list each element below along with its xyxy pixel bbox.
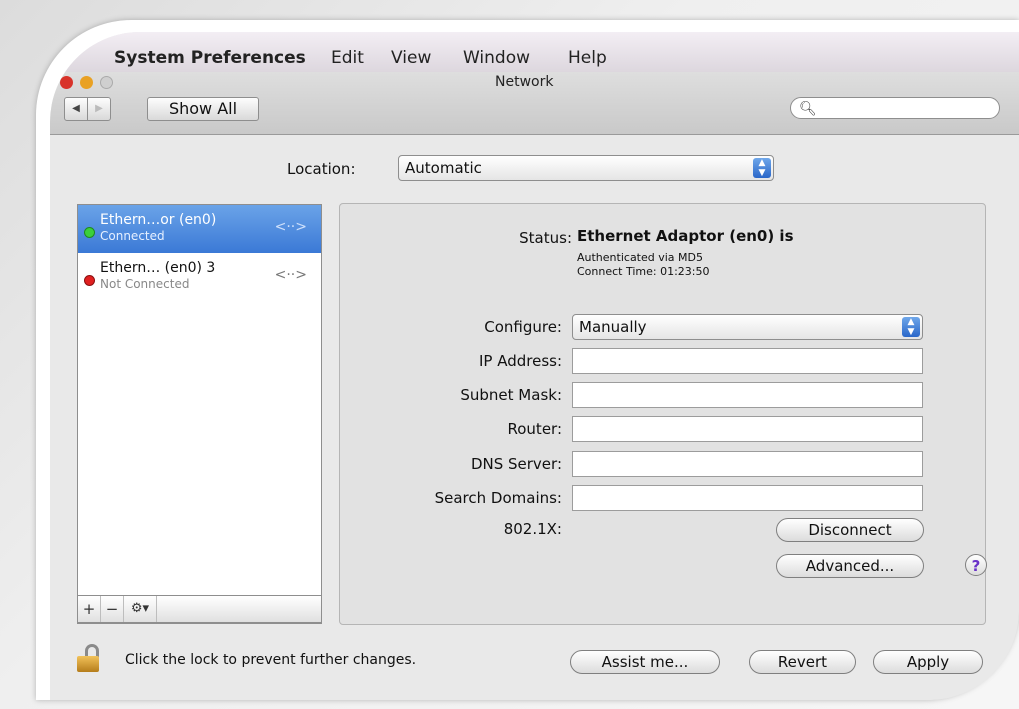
minimize-window-button[interactable] [80, 76, 93, 89]
location-value: Automatic [405, 159, 482, 177]
apply-button[interactable]: Apply [873, 650, 983, 674]
dns-server-field[interactable] [572, 451, 923, 477]
menu-bar: System Preferences Edit View Window Help [50, 32, 1019, 72]
window-title: Network [495, 74, 554, 90]
add-service-button[interactable]: + [78, 596, 101, 622]
select-arrows-icon: ▲ ▼ [753, 158, 771, 178]
menu-view[interactable]: View [391, 48, 431, 68]
back-button[interactable]: ◀ [64, 97, 88, 121]
lock-icon[interactable] [75, 644, 101, 674]
revert-button[interactable]: Revert [749, 650, 856, 674]
service-item-ethernet-en0-3[interactable]: Ethern… (en0) 3 Not Connected <··> [78, 253, 321, 301]
service-list: Ethern…or (en0) Connected <··> Ethern… (… [77, 204, 322, 624]
search-icon: 🔍︎ [799, 101, 817, 117]
subnet-mask-field[interactable] [572, 382, 923, 408]
configure-value: Manually [579, 318, 647, 336]
not-connected-status-icon [84, 275, 95, 286]
configure-select[interactable]: Manually ▲ ▼ [572, 314, 923, 340]
service-detail-panel: Status: Ethernet Adaptor (en0) is Authen… [339, 203, 987, 625]
ethernet-arrows-icon: <··> [274, 219, 307, 235]
status-details: Authenticated via MD5 Connect Time: 01:2… [577, 251, 710, 279]
network-preferences-window: System Preferences Edit View Window Help… [50, 32, 1019, 700]
status-label: Status: [519, 229, 572, 247]
menu-edit[interactable]: Edit [331, 48, 364, 68]
router-field[interactable] [572, 416, 923, 442]
menu-system-preferences[interactable]: System Preferences [114, 48, 306, 68]
title-bar: Network ◀ ▶ Show All 🔍︎ [50, 72, 1019, 135]
location-select[interactable]: Automatic ▲ ▼ [398, 155, 774, 181]
close-window-button[interactable] [60, 76, 73, 89]
status-connect-time: Connect Time: 01:23:50 [577, 265, 710, 278]
status-auth-text: Authenticated via MD5 [577, 251, 704, 264]
connected-status-icon [84, 227, 95, 238]
disconnect-button[interactable]: Disconnect [776, 518, 924, 542]
ip-address-field[interactable] [572, 348, 923, 374]
help-icon[interactable]: ? [965, 554, 987, 576]
lock-body [77, 656, 99, 672]
select-arrows-icon: ▲ ▼ [902, 317, 920, 337]
forward-button[interactable]: ▶ [87, 97, 111, 121]
lock-message: Click the lock to prevent further change… [125, 652, 417, 668]
remove-service-button[interactable]: − [101, 596, 124, 622]
forward-arrow-icon: ▶ [95, 103, 103, 114]
ethernet-arrows-icon: <··> [274, 267, 307, 283]
location-label: Location: [287, 160, 356, 178]
menu-help[interactable]: Help [568, 48, 607, 68]
service-name: Ethern…or (en0) [100, 212, 217, 228]
subnet-mask-label: Subnet Mask: [460, 386, 562, 404]
zoom-window-button[interactable] [100, 76, 113, 89]
menu-window[interactable]: Window [463, 48, 530, 68]
search-domains-label: Search Domains: [434, 489, 562, 507]
ip-address-label: IP Address: [478, 352, 562, 370]
router-label: Router: [507, 420, 563, 438]
search-domains-field[interactable] [572, 485, 923, 511]
assist-me-button[interactable]: Assist me... [570, 650, 720, 674]
dot1x-label: 802.1X: [503, 520, 562, 538]
service-item-ethernet-en0[interactable]: Ethern…or (en0) Connected <··> [78, 205, 321, 253]
configure-label: Configure: [484, 318, 562, 336]
show-all-button[interactable]: Show All [147, 97, 259, 121]
search-field[interactable]: 🔍︎ [790, 97, 1000, 119]
service-toolbar: + − ⚙▾ [77, 595, 322, 623]
advanced-button[interactable]: Advanced... [776, 554, 924, 578]
service-status: Not Connected [100, 277, 190, 291]
service-name: Ethern… (en0) 3 [100, 260, 216, 276]
gear-icon[interactable]: ⚙▾ [124, 596, 157, 622]
back-arrow-icon: ◀ [72, 103, 80, 114]
service-status: Connected [100, 229, 165, 243]
dns-server-label: DNS Server: [470, 455, 562, 473]
status-value: Ethernet Adaptor (en0) is [577, 227, 794, 245]
